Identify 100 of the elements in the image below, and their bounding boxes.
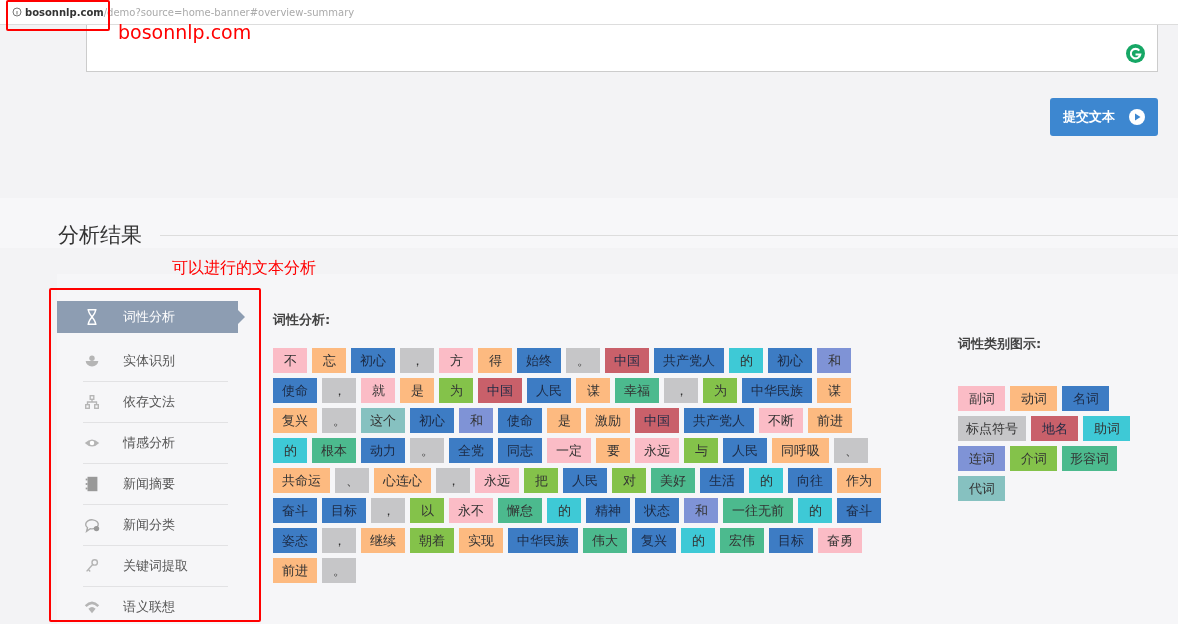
sidebar-item[interactable]: 关键词提取: [83, 546, 228, 587]
word-tag: 奋斗: [273, 498, 317, 523]
legend-tag: 介词: [1010, 446, 1057, 471]
word-tag: 永远: [635, 438, 679, 463]
word-tag: 这个: [361, 408, 405, 433]
legend-tag: 名词: [1062, 386, 1109, 411]
sidebar-item[interactable]: 语义联想: [83, 587, 228, 624]
legend-tag: 动词: [1010, 386, 1057, 411]
word-tag: 共命运: [273, 468, 330, 493]
section-title: 分析结果: [58, 222, 142, 249]
word-tag: 的: [547, 498, 581, 523]
word-tag: 人民: [563, 468, 607, 493]
legend-tag: 形容词: [1062, 446, 1117, 471]
grammar-check-icon[interactable]: [1126, 44, 1145, 63]
legend-tag: 副词: [958, 386, 1005, 411]
word-tag: 共产党人: [654, 348, 724, 373]
pointer-icon: [238, 310, 245, 324]
sidebar-item[interactable]: 实体识别: [83, 341, 228, 382]
key-icon: [83, 557, 101, 575]
word-tag: 以: [410, 498, 444, 523]
sidebar-item[interactable]: 新闻分类: [83, 505, 228, 546]
word-tag: 得: [478, 348, 512, 373]
word-tag: 和: [459, 408, 493, 433]
word-tag: 同志: [498, 438, 542, 463]
legend-tag: 标点符号: [958, 416, 1026, 441]
info-icon: [12, 7, 22, 17]
text-input-field[interactable]: [86, 25, 1158, 72]
legend-tag: 代词: [958, 476, 1005, 501]
word-tag: 共产党人: [684, 408, 754, 433]
word-tag: 姿态: [273, 528, 317, 553]
submit-button[interactable]: 提交文本: [1050, 98, 1158, 136]
word-tag: 美好: [651, 468, 695, 493]
word-tag: 宏伟: [720, 528, 764, 553]
word-tag: 伟大: [583, 528, 627, 553]
word-tag: 实现: [459, 528, 503, 553]
word-tag: 心连心: [374, 468, 431, 493]
annotation-text: 可以进行的文本分析: [172, 258, 316, 279]
word-tag: 人民: [527, 378, 571, 403]
word-tag: 继续: [361, 528, 405, 553]
sidebar-item[interactable]: 新闻摘要: [83, 464, 228, 505]
word-tag: 复兴: [273, 408, 317, 433]
sidebar-item[interactable]: 依存文法: [83, 382, 228, 423]
word-tag: 前进: [273, 558, 317, 583]
word-tag: 作为: [837, 468, 881, 493]
word-tag: 状态: [635, 498, 679, 523]
word-tag: ，: [664, 378, 698, 403]
chat-icon: [83, 516, 101, 534]
sidebar-item[interactable]: 情感分析: [83, 423, 228, 464]
word-tag: 的: [749, 468, 783, 493]
word-tag: 和: [684, 498, 718, 523]
word-tag: 把: [524, 468, 558, 493]
word-tag: 激励: [586, 408, 630, 433]
word-tag: 奋斗: [837, 498, 881, 523]
word-tag: 不断: [759, 408, 803, 433]
word-tag: ，: [322, 528, 356, 553]
word-tag: 中华民族: [742, 378, 812, 403]
url-domain: bosonnlp.com: [25, 6, 104, 18]
word-tag: 复兴: [632, 528, 676, 553]
word-tag: 幸福: [615, 378, 659, 403]
word-tag: 不: [273, 348, 307, 373]
word-tag: 方: [439, 348, 473, 373]
word-tag: 永不: [449, 498, 493, 523]
word-tag: 始终: [517, 348, 561, 373]
word-tag: 、: [335, 468, 369, 493]
word-tag: 的: [273, 438, 307, 463]
word-tag: 根本: [312, 438, 356, 463]
word-tag: 为: [703, 378, 737, 403]
word-tag: 谋: [817, 378, 851, 403]
word-tag: 为: [439, 378, 473, 403]
word-tag: 目标: [769, 528, 813, 553]
tree-icon: [83, 393, 101, 411]
word-tag: 中华民族: [508, 528, 578, 553]
legend-tag: 助词: [1083, 416, 1130, 441]
word-tag: 忘: [312, 348, 346, 373]
word-tag: 初心: [768, 348, 812, 373]
word-tag: 中国: [605, 348, 649, 373]
legend-title: 词性类别图示:: [958, 335, 1043, 353]
word-tag: 全党: [449, 438, 493, 463]
word-tag: 朝着: [410, 528, 454, 553]
word-tag: 永远: [475, 468, 519, 493]
word-tag: 。: [322, 408, 356, 433]
word-tag: 要: [596, 438, 630, 463]
word-tag: 向往: [788, 468, 832, 493]
legend-tag: 地名: [1031, 416, 1078, 441]
word-tag: 的: [729, 348, 763, 373]
word-tag: 的: [798, 498, 832, 523]
word-tag: 对: [612, 468, 646, 493]
word-tag: 。: [410, 438, 444, 463]
word-tag: 是: [547, 408, 581, 433]
word-tag: ，: [400, 348, 434, 373]
word-tag: 使命: [273, 378, 317, 403]
word-tag: ，: [371, 498, 405, 523]
word-tag: 与: [684, 438, 718, 463]
word-tag: 奋勇: [818, 528, 862, 553]
word-tag: 生活: [700, 468, 744, 493]
word-tag: 初心: [351, 348, 395, 373]
word-tag: 精神: [586, 498, 630, 523]
word-tag: 、: [834, 438, 868, 463]
word-tag: 前进: [808, 408, 852, 433]
word-tag: 谋: [576, 378, 610, 403]
